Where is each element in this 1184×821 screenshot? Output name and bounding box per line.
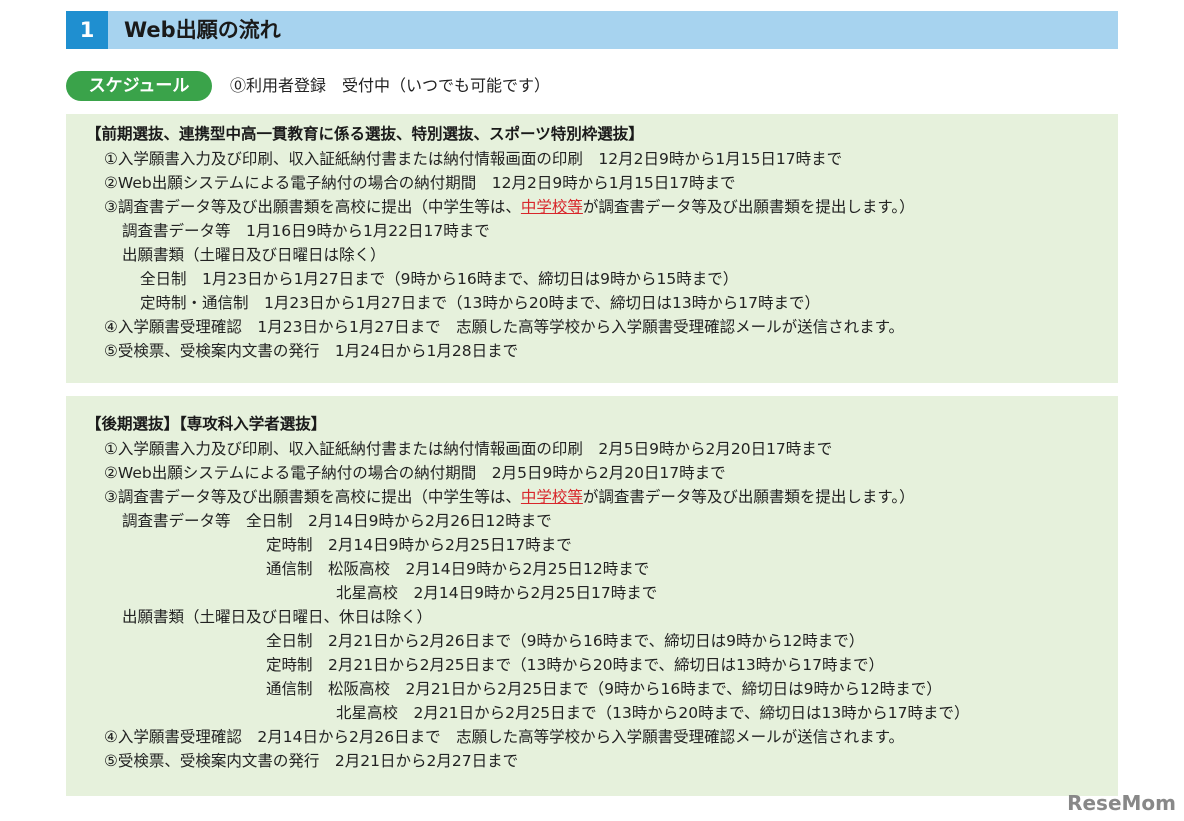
section-header: 1 Web出願の流れ: [66, 11, 1118, 49]
step-line: 定時制 2月14日9時から2月25日17時まで: [266, 536, 572, 554]
step-line: ①入学願書入力及び印刷、収入証紙納付書または納付情報画面の印刷 12月2日9時か…: [104, 150, 843, 168]
step-text: が調査書データ等及び出願書類を提出します。）: [582, 488, 915, 506]
step-line: ②Web出願システムによる電子納付の場合の納付期間 2月5日9時から2月20日1…: [104, 464, 726, 482]
early-selection-box: 【前期選抜、連携型中高一貫教育に係る選抜、特別選抜、スポーツ特別枠選抜】 ①入学…: [66, 114, 1118, 383]
step-line: ④入学願書受理確認 1月23日から1月27日まで 志願した高等学校から入学願書受…: [104, 318, 905, 336]
step-line: 北星高校 2月14日9時から2月25日17時まで: [336, 584, 658, 602]
step-line: 北星高校 2月21日から2月25日まで（13時から20時まで、締切日は13時から…: [336, 704, 970, 722]
step-line: ①入学願書入力及び印刷、収入証紙納付書または納付情報画面の印刷 2月5日9時から…: [104, 440, 833, 458]
schedule-text: ⓪利用者登録 受付中（いつでも可能です）: [230, 76, 551, 95]
schedule-label: スケジュール: [66, 71, 212, 101]
step-text: が調査書データ等及び出願書類を提出します。）: [582, 198, 915, 216]
step-line: 定時制 2月21日から2月25日まで（13時から20時まで、締切日は13時から1…: [266, 656, 884, 674]
step-line: 定時制・通信制 1月23日から1月27日まで（13時から20時まで、締切日は13…: [140, 294, 820, 312]
section-title: Web出願の流れ: [124, 18, 281, 42]
step-line: ⑤受検票、受検案内文書の発行 1月24日から1月28日まで: [104, 342, 519, 360]
step-line: 全日制 2月21日から2月26日まで（9時から16時まで、締切日は9時から12時…: [266, 632, 865, 650]
step-line: 調査書データ等 全日制 2月14日9時から2月26日12時まで: [122, 512, 552, 530]
box-title: 【前期選抜、連携型中高一貫教育に係る選抜、特別選抜、スポーツ特別枠選抜】: [86, 125, 644, 143]
highlight-text: 中学校等: [520, 488, 583, 506]
step-line: 出願書類（土曜日及び日曜日、休日は除く）: [122, 608, 433, 626]
step-line: 通信制 松阪高校 2月21日から2月25日まで（9時から16時まで、締切日は9時…: [266, 680, 942, 698]
watermark-logo: ReseMom: [1067, 791, 1176, 815]
step-line: 出願書類（土曜日及び日曜日は除く）: [122, 246, 386, 264]
step-line: ⑤受検票、受検案内文書の発行 2月21日から2月27日まで: [104, 752, 519, 770]
late-selection-box: 【後期選抜】【専攻科入学者選抜】 ①入学願書入力及び印刷、収入証紙納付書または納…: [66, 396, 1118, 796]
step-line: ③調査書データ等及び出願書類を高校に提出（中学生等は、中学校等が調査書データ等及…: [104, 485, 915, 509]
box-title: 【後期選抜】【専攻科入学者選抜】: [86, 415, 327, 433]
step-text: ③調査書データ等及び出願書類を高校に提出（中学生等は、: [104, 488, 521, 506]
step-line: ②Web出願システムによる電子納付の場合の納付期間 12月2日9時から1月15日…: [104, 174, 736, 192]
step-line: ④入学願書受理確認 2月14日から2月26日まで 志願した高等学校から入学願書受…: [104, 728, 905, 746]
section-number: 1: [66, 11, 108, 49]
step-line: 全日制 1月23日から1月27日まで（9時から16時まで、締切日は9時から15時…: [140, 270, 739, 288]
step-line: ③調査書データ等及び出願書類を高校に提出（中学生等は、中学校等が調査書データ等及…: [104, 195, 915, 219]
step-line: 調査書データ等 1月16日9時から1月22日17時まで: [122, 222, 490, 240]
highlight-text: 中学校等: [520, 198, 583, 216]
step-line: 通信制 松阪高校 2月14日9時から2月25日12時まで: [266, 560, 650, 578]
step-text: ③調査書データ等及び出願書類を高校に提出（中学生等は、: [104, 198, 521, 216]
